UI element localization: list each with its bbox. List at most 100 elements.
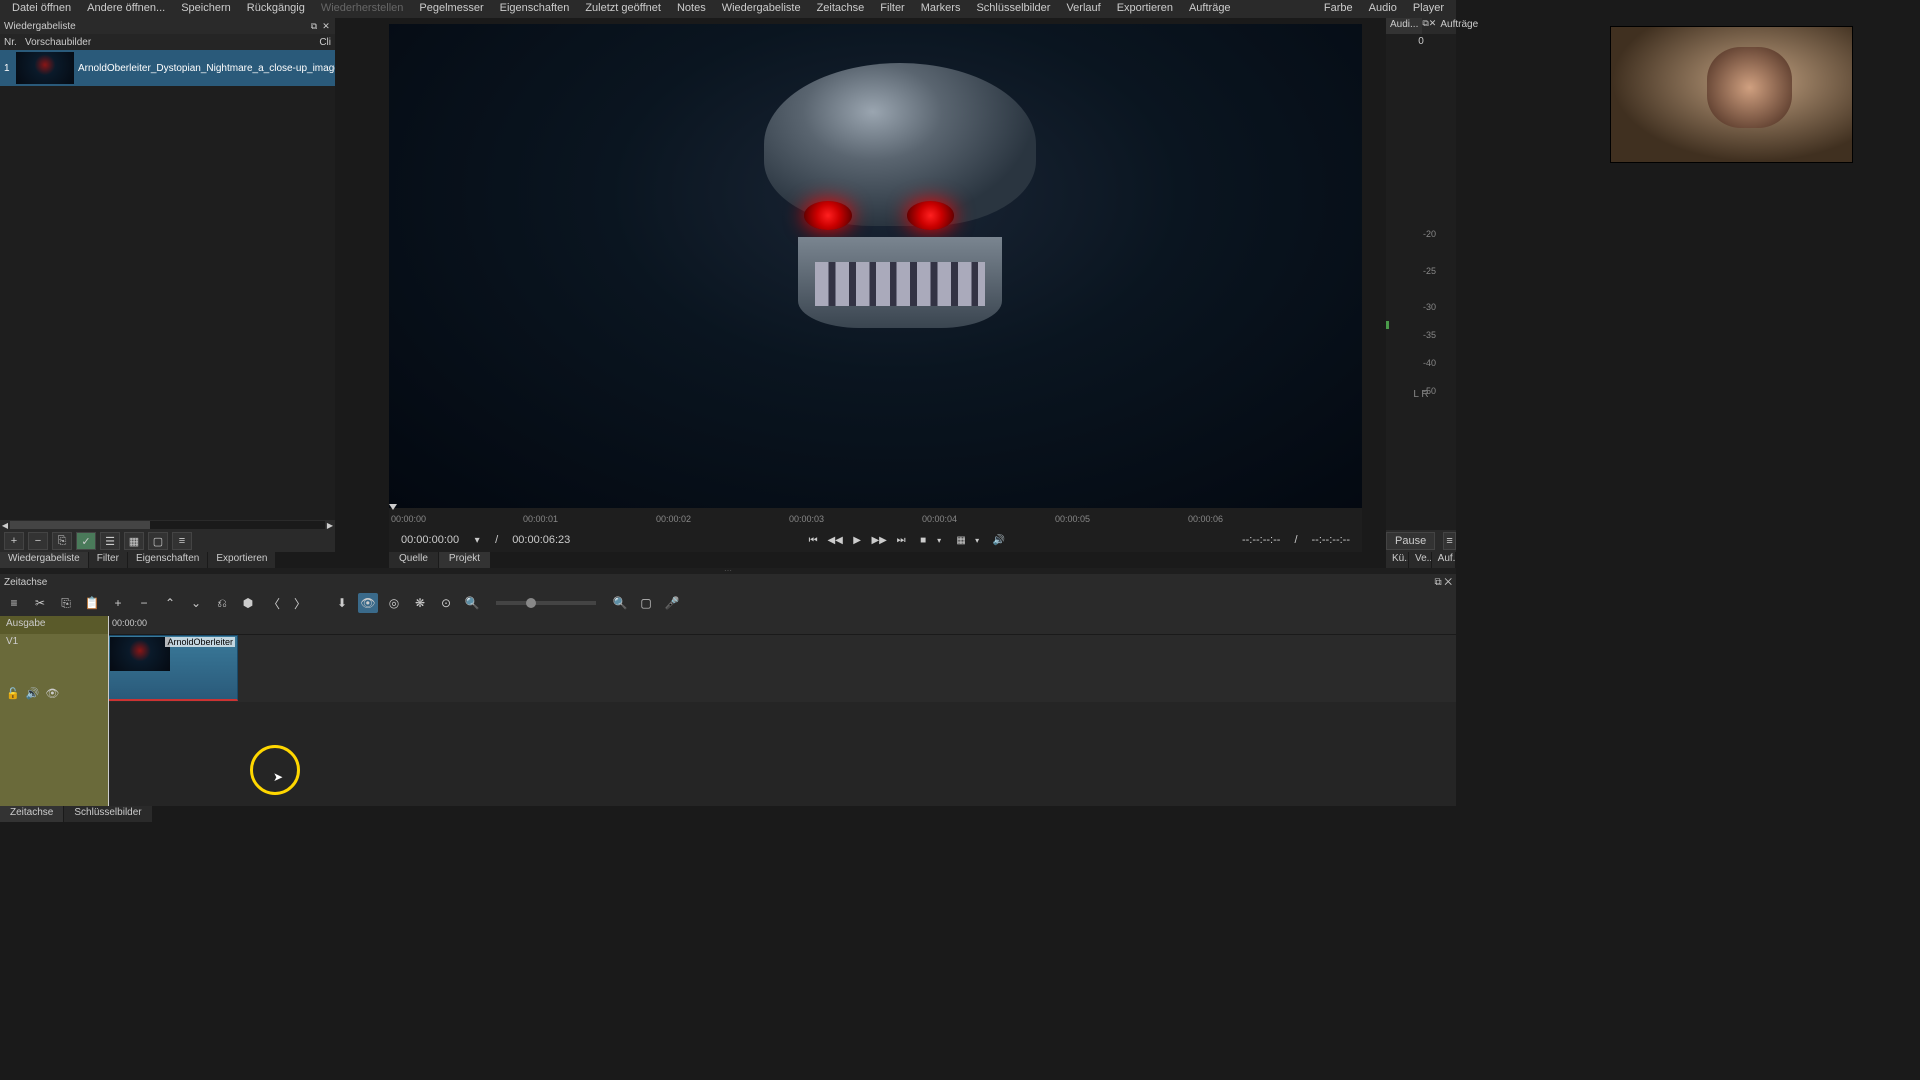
zoom-fit-icon[interactable]: ▢	[636, 593, 656, 613]
scrub-icon[interactable]: 👁	[358, 593, 378, 613]
volume-button[interactable]: 🔊	[991, 532, 1007, 548]
grid-button[interactable]: ▦	[953, 532, 969, 548]
remove-button[interactable]: −	[28, 532, 48, 550]
ripple-markers-icon[interactable]: ⊙	[436, 593, 456, 613]
ripple-all-icon[interactable]: ❋	[410, 593, 430, 613]
menu-audio[interactable]: Audio	[1361, 0, 1405, 18]
tile-view-button[interactable]: ▢	[148, 532, 168, 550]
next-frame-button[interactable]: ▶▶	[871, 532, 887, 548]
menu-speichern[interactable]: Speichern	[173, 0, 239, 18]
menu-button[interactable]: ≡	[172, 532, 192, 550]
menu-datei[interactable]: Datei öffnen	[4, 0, 79, 18]
snap-icon[interactable]: ⬇	[332, 593, 352, 613]
menu-icon[interactable]: ≡	[4, 593, 24, 613]
hide-icon[interactable]: 👁	[45, 687, 59, 700]
col-nr[interactable]: Nr.	[0, 37, 25, 48]
menu-playlist[interactable]: Wiedergabeliste	[714, 0, 809, 18]
next-marker-icon[interactable]: 〉	[290, 593, 310, 613]
play-button[interactable]: ▶	[849, 532, 865, 548]
track-v1[interactable]: ArnoldOberleiter	[108, 634, 1456, 702]
pause-button[interactable]: Pause	[1386, 532, 1435, 550]
menu-button[interactable]: ≡	[1443, 532, 1456, 550]
lift-icon[interactable]: ⌃	[160, 593, 180, 613]
playhead-marker[interactable]	[389, 504, 397, 510]
add-button[interactable]: +	[4, 532, 24, 550]
tab-playlist[interactable]: Wiedergabeliste	[0, 552, 88, 568]
prev-frame-button[interactable]: ◀◀	[827, 532, 843, 548]
record-icon[interactable]: 🎤	[662, 593, 682, 613]
ripple-icon[interactable]: ◎	[384, 593, 404, 613]
zoom-in-icon[interactable]: 🔍	[610, 593, 630, 613]
tab-properties[interactable]: Eigenschaften	[128, 552, 207, 568]
menu-undo[interactable]: Rückgängig	[239, 0, 313, 18]
menu-player[interactable]: Player	[1405, 0, 1452, 18]
grid-dropdown[interactable]: ▾	[975, 536, 985, 545]
menu-timeline[interactable]: Zeitachse	[809, 0, 873, 18]
scrubber[interactable]: 00:00:00 00:00:01 00:00:02 00:00:03 00:0…	[389, 508, 1362, 528]
clip[interactable]: ArnoldOberleiter	[108, 635, 238, 701]
tab-jobs[interactable]: Aufträge	[1436, 18, 1482, 34]
check-button[interactable]: ✓	[76, 532, 96, 550]
prev-marker-icon[interactable]: 〈	[264, 593, 284, 613]
cut-icon[interactable]: ✂	[30, 593, 50, 613]
copy-button[interactable]: ⎘	[52, 532, 72, 550]
list-view-button[interactable]: ☰	[100, 532, 120, 550]
play-dropdown[interactable]: ▾	[937, 536, 947, 545]
tab-filter[interactable]: Filter	[89, 552, 127, 568]
tab-auf[interactable]: Auf...	[1432, 552, 1455, 568]
mute-icon[interactable]: 🔊	[26, 687, 40, 700]
stop-button[interactable]: ■	[915, 532, 931, 548]
tab-ve[interactable]: Ve...	[1409, 552, 1431, 568]
scroll-left-icon[interactable]: ◀	[0, 521, 10, 530]
menu-notes[interactable]: Notes	[669, 0, 714, 18]
tab-audio[interactable]: Audi...	[1386, 18, 1422, 34]
marker-icon[interactable]: ⬢	[238, 593, 258, 613]
menu-keyframes[interactable]: Schlüsselbilder	[968, 0, 1058, 18]
detach-icon[interactable]: ⧉	[1434, 577, 1441, 588]
zoom-out-icon[interactable]: 🔍	[462, 593, 482, 613]
zoom-slider[interactable]	[496, 601, 596, 605]
tab-export[interactable]: Exportieren	[208, 552, 275, 568]
tab-timeline[interactable]: Zeitachse	[0, 806, 63, 822]
close-icon[interactable]: ✕	[1429, 18, 1437, 34]
skip-end-button[interactable]: ⏭	[893, 532, 909, 548]
tab-source[interactable]: Quelle	[389, 552, 438, 568]
lock-icon[interactable]: 🔓	[6, 687, 20, 700]
menu-filter[interactable]: Filter	[872, 0, 912, 18]
menu-markers[interactable]: Markers	[913, 0, 969, 18]
timecode-current[interactable]: 00:00:00:00	[397, 534, 463, 546]
menu-history[interactable]: Verlauf	[1058, 0, 1108, 18]
tab-keyframes[interactable]: Schlüsselbilder	[64, 806, 151, 822]
tab-ku[interactable]: Kü...	[1386, 552, 1408, 568]
grid-view-button[interactable]: ▦	[124, 532, 144, 550]
output-header[interactable]: Ausgabe	[0, 616, 108, 634]
add-icon[interactable]: +	[108, 593, 128, 613]
remove-icon[interactable]: −	[134, 593, 154, 613]
close-icon[interactable]: ✕	[1444, 577, 1452, 588]
skip-start-button[interactable]: ⏮	[805, 532, 821, 548]
tab-project[interactable]: Projekt	[439, 552, 490, 568]
tc-menu-icon[interactable]: ▾	[469, 532, 485, 548]
playlist-scrollbar[interactable]: ◀ ▶	[0, 520, 335, 530]
menu-peak[interactable]: Pegelmesser	[411, 0, 491, 18]
track-ruler[interactable]: 00:00:00	[108, 616, 1456, 634]
detach-icon[interactable]: ⧉	[309, 21, 319, 31]
paste-icon[interactable]: 📋	[82, 593, 102, 613]
col-thumb[interactable]: Vorschaubilder	[25, 37, 305, 48]
split-icon[interactable]: ⎌	[212, 593, 232, 613]
playhead-line[interactable]	[108, 616, 109, 806]
col-cli[interactable]: Cli	[305, 37, 335, 48]
menu-andere[interactable]: Andere öffnen...	[79, 0, 173, 18]
copy-icon[interactable]: ⎘	[56, 593, 76, 613]
track-area[interactable]: 00:00:00 ArnoldOberleiter	[108, 616, 1456, 806]
menu-color[interactable]: Farbe	[1316, 0, 1361, 18]
preview-viewport[interactable]	[389, 24, 1362, 508]
menu-props[interactable]: Eigenschaften	[492, 0, 578, 18]
menu-export[interactable]: Exportieren	[1109, 0, 1181, 18]
overwrite-icon[interactable]: ⌄	[186, 593, 206, 613]
scroll-right-icon[interactable]: ▶	[325, 521, 335, 530]
playlist-row[interactable]: 1 ArnoldOberleiter_Dystopian_Nightmare_a…	[0, 50, 335, 86]
menu-recent[interactable]: Zuletzt geöffnet	[577, 0, 669, 18]
menu-jobs[interactable]: Aufträge	[1181, 0, 1239, 18]
track-v1-header[interactable]: V1 🔓 🔊 👁	[0, 634, 108, 702]
